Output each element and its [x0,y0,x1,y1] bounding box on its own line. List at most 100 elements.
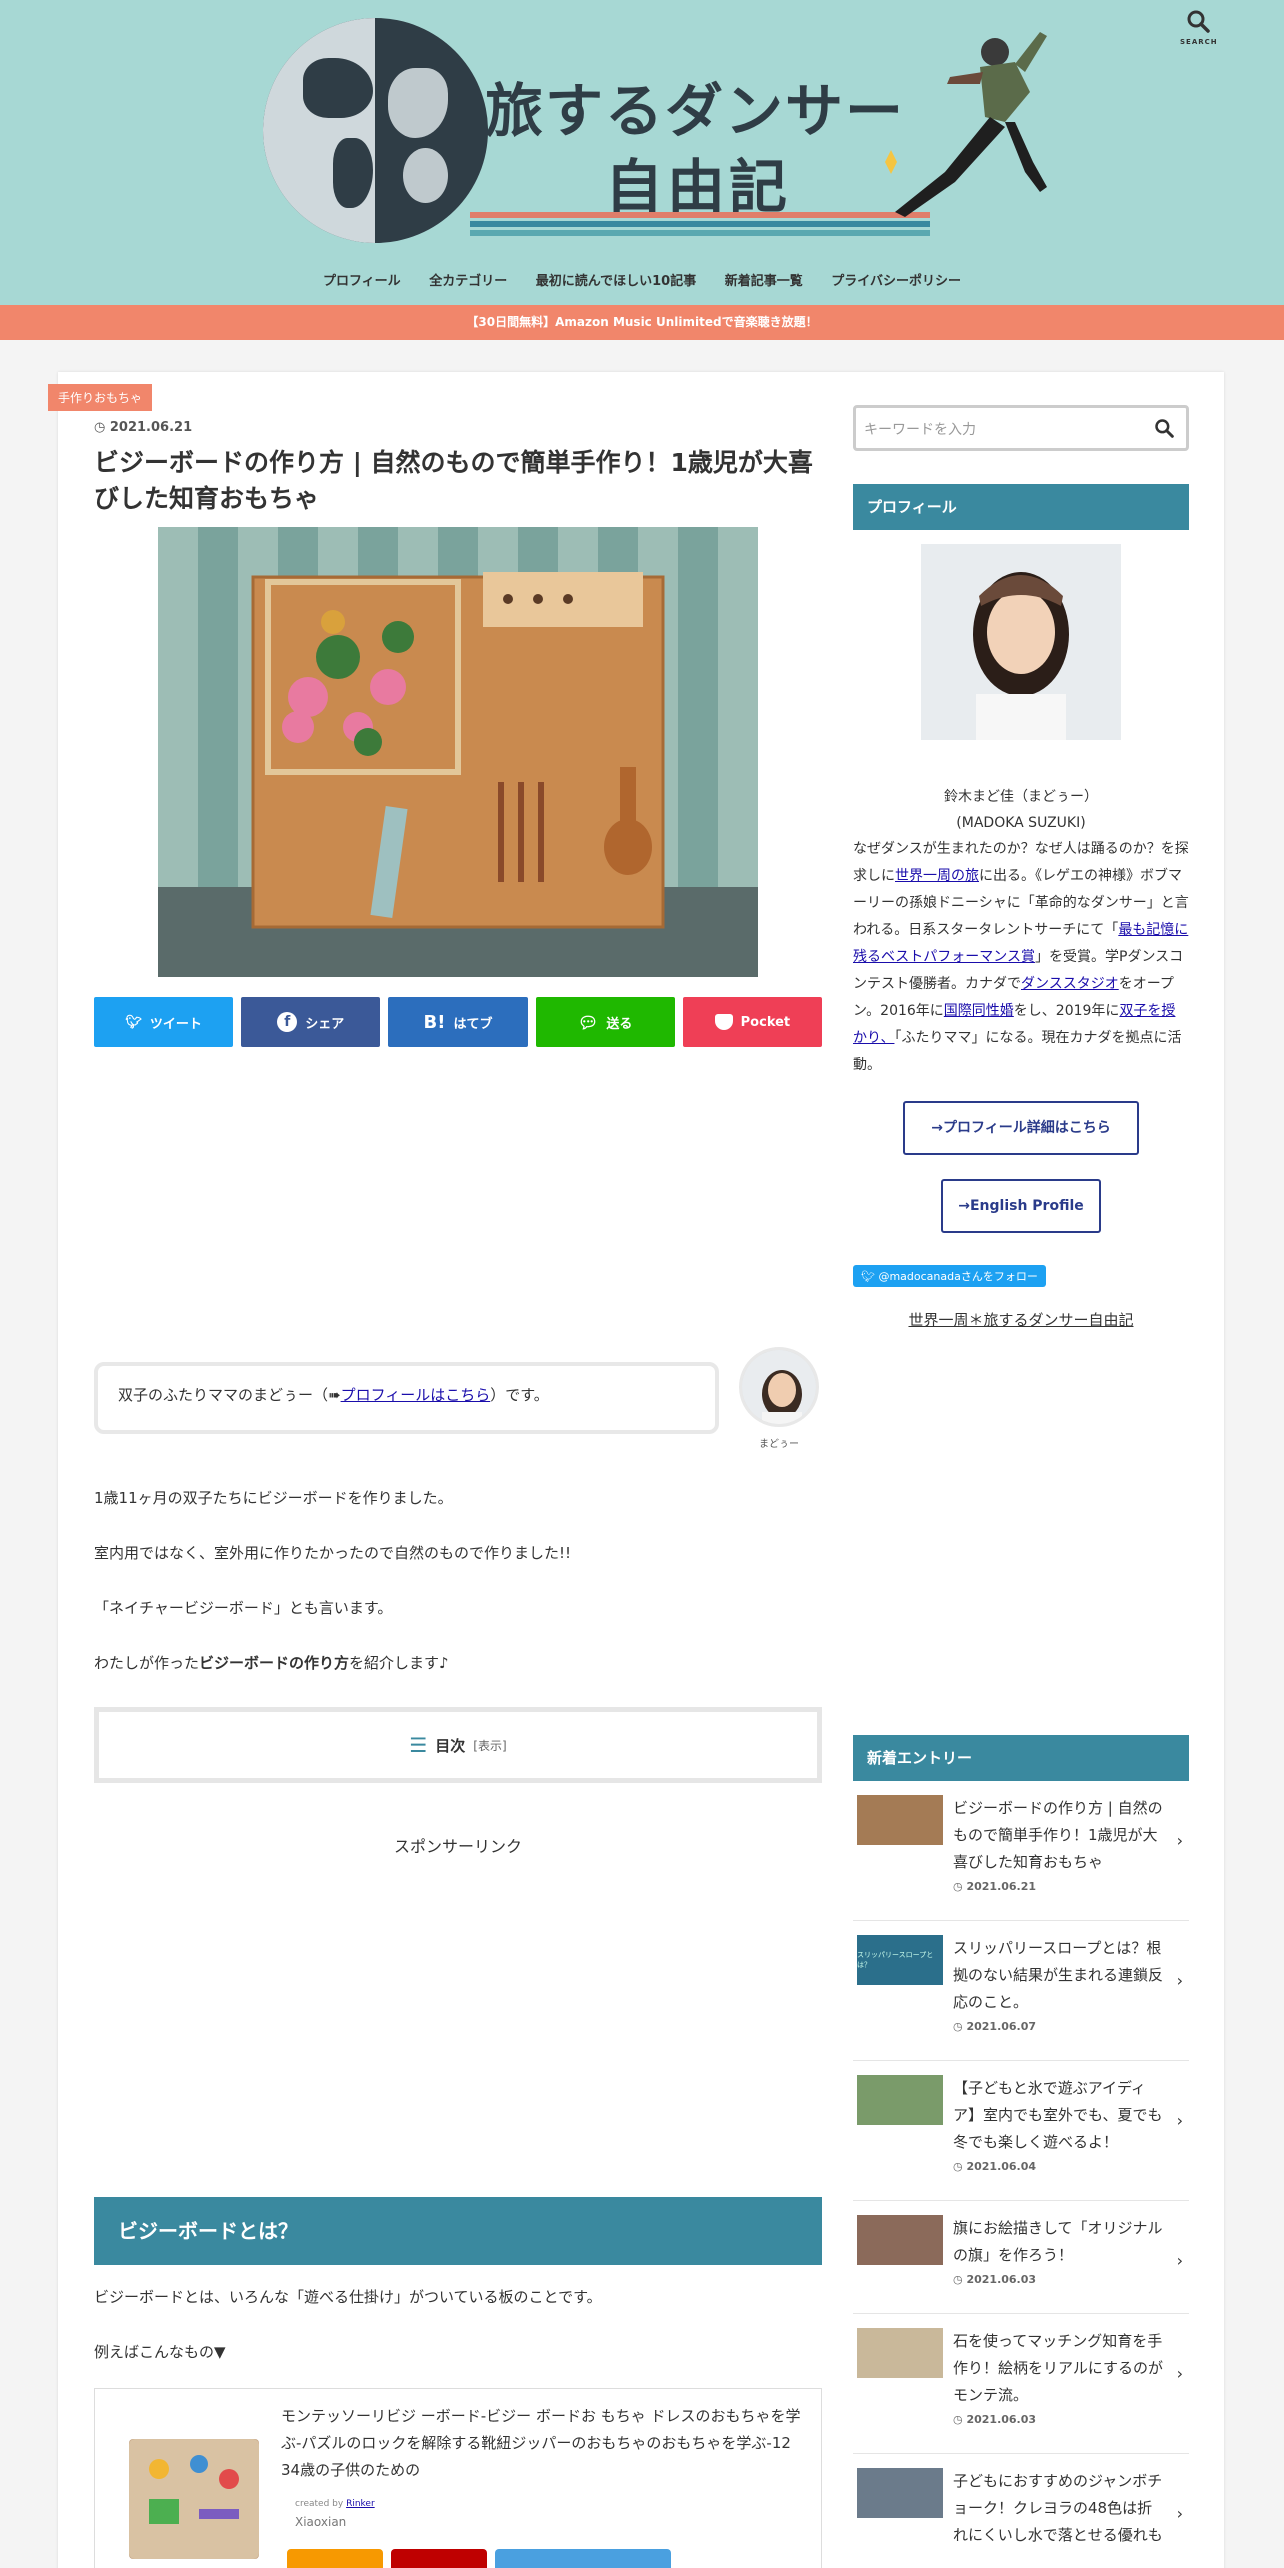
paragraph: 「ネイチャービジーボード」とも言います。 [94,1599,393,1617]
rinker-link[interactable]: Rinker [346,2499,375,2509]
nav-item-top10[interactable]: 最初に読んでほしい10記事 [536,270,696,289]
dance-studio-link[interactable]: ダンススタジオ [1021,976,1119,992]
entry-title: ビジーボードの作り方 | 自然のもので簡単手作り！1歳児が大喜びした知育おもちゃ [953,1799,1163,1871]
list-item[interactable]: ビジーボードの作り方 | 自然のもので簡単手作り！1歳児が大喜びした知育おもちゃ… [853,1781,1189,1921]
nav-item-categories[interactable]: 全カテゴリー [429,270,507,289]
product-title[interactable]: モンテッソーリビジ ーボード-ビジー ボードお もちゃ ドレスのおもちゃを学ぶ-… [281,2403,811,2484]
table-of-contents[interactable]: ☰ 目次 [表示] [94,1707,822,1783]
clock-icon: ◷ [953,2020,963,2033]
site-logo[interactable]: 旅するダンサー 自由記 [255,12,1047,252]
entry-title: スリッパリースロープとは？根拠のない結果が生まれる連鎖反応のこと。 [953,1939,1164,2011]
site-header: 旅するダンサー 自由記 SEARCH プロフィール 全カテゴリー 最初に読んでほ… [0,0,1284,305]
profile-detail-button[interactable]: →プロフィール詳細はこちら [903,1101,1139,1155]
twitter-icon: 🐦︎ [125,1014,142,1030]
twitter-follow-button[interactable]: 🐦︎ @madocanadaさんをフォロー [853,1265,1046,1287]
hatena-icon: B! [423,1011,446,1033]
speech-balloon: 双子のふたりママのまどぅー（➠プロフィールはこちら）です。 まどぅー [94,1347,822,1457]
entry-thumbnail [857,2215,943,2265]
entry-date: ◷ 2021.06.03 [953,2273,1037,2286]
facebook-share-button[interactable]: f シェア [241,997,381,1047]
entry-thumbnail [857,2468,943,2518]
marriage-link[interactable]: 国際同性婚 [944,1003,1014,1019]
globe-illustration [263,18,488,243]
product-credit: created by Rinker [295,2499,375,2509]
article-title: ビジーボードの作り方 | 自然のもので簡単手作り！1歳児が大喜びした知育おもちゃ [94,448,813,513]
chevron-right-icon: › [1176,2111,1183,2130]
category-label[interactable]: 手作りおもちゃ [48,384,153,411]
paragraph: ビジーボードとは、いろんな「遊べる仕掛け」がついている板のことです。 [94,2288,602,2306]
line-button[interactable]: 💬︎ 送る [535,997,675,1047]
entry-title: 旗にお絵描きして「オリジナルの旗」を作ろう！ [953,2219,1163,2264]
paragraph: 1歳11ヶ月の双子たちにビジーボードを作りました。 [94,1489,453,1507]
search-input[interactable]: キーワードを入力 [864,422,976,438]
world-trip-link[interactable]: 世界一周の旅 [895,868,979,884]
new-entries-heading: 新着エントリー [853,1735,1189,1781]
toc-toggle[interactable]: [表示] [473,1737,506,1754]
eyecatch-image [158,527,758,977]
entry-thumbnail [857,2075,943,2125]
clock-icon: ◷ [94,420,106,435]
sponsor-label: スポンサーリンク [393,1837,522,1856]
blog-link[interactable]: 世界一周＊旅するダンサー自由記 [853,1309,1189,1330]
hatena-button[interactable]: B! はてブ [388,997,528,1047]
site-title-line1: 旅するダンサー [485,77,906,145]
yahoo-button[interactable] [495,2549,671,2568]
product-shop-buttons [287,2549,671,2568]
entry-thumbnail [857,1795,943,1845]
notice-bar[interactable]: 【30日間無料】Amazon Music Unlimitedで音楽聴き放題！ [0,305,1284,340]
profile-heading: プロフィール [853,484,1189,530]
clock-icon: ◷ [953,2413,963,2426]
entry-date: ◷ 2021.06.21 [953,1880,1037,1893]
pocket-icon [714,1014,733,1030]
balloon-text: 双子のふたりママのまどぅー（➠プロフィールはこちら）です。 [94,1362,719,1434]
product-image[interactable] [129,2439,259,2559]
pocket-button[interactable]: Pocket [682,997,823,1047]
list-item[interactable]: 【子どもと氷で遊ぶアイディア】室内でも室外でも、夏でも冬でも楽しく遊べるよ！ ◷… [853,2061,1189,2201]
nav-item-new-posts[interactable]: 新着記事一覧 [725,270,803,289]
list-item[interactable]: 子どもにおすすめのジャンボチョーク！クレヨラの48色は折れにくいし水で落とせる優… [853,2454,1189,2568]
chevron-right-icon: › [1176,2504,1183,2523]
clock-icon: ◷ [953,2160,963,2173]
paragraph: 例えばこんなもの▼ [94,2343,226,2361]
profile-photo [921,544,1121,740]
list-icon: ☰ [409,1733,428,1757]
profile-text: なぜダンスが生まれたのか？なぜ人は踊るのか？を探求しに世界一周の旅に出る。《レゲ… [853,841,1189,1073]
share-buttons: 🐦︎ ツイート f シェア B! はてブ 💬︎ 送る Pocket [94,997,823,1047]
clock-icon: ◷ [953,1880,963,1893]
paragraph: わたしが作ったビジーボードの作り方を紹介します♪ [94,1654,449,1672]
profile-link[interactable]: プロフィールはこちら [341,1386,491,1404]
product-card: モンテッソーリビジ ーボード-ビジー ボードお もちゃ ドレスのおもちゃを学ぶ-… [94,2388,822,2568]
ad-space [94,1047,822,1347]
avatar [739,1347,819,1427]
profile-name: 鈴木まど佳（まどぅー） (MADOKA SUZUKI) [944,789,1098,831]
global-nav: プロフィール 全カテゴリー 最初に読んでほしい10記事 新着記事一覧 プライバシ… [0,270,1284,289]
entry-title: 子どもにおすすめのジャンボチョーク！クレヨラの48色は折れにくいし水で落とせる優… [953,2472,1163,2544]
search-icon[interactable] [1154,418,1174,438]
search-icon [1187,10,1210,33]
product-brand: Xiaoxian [295,2515,347,2529]
english-profile-button[interactable]: →English Profile [941,1179,1101,1233]
section-heading: ビジーボードとは？ [94,2197,822,2265]
rakuten-button[interactable] [391,2549,487,2568]
tweet-button[interactable]: 🐦︎ ツイート [94,997,234,1047]
dancer-illustration [885,32,1047,217]
search-label: SEARCH [1180,38,1218,46]
nav-item-privacy[interactable]: プライバシーポリシー [831,270,961,289]
nav-item-profile[interactable]: プロフィール [323,270,401,289]
paragraph: 室内用ではなく、室外用に作りたかったので自然のもので作りました!! [94,1544,572,1562]
entry-date: ◷ 2021.06.03 [953,2413,1037,2426]
sidebar-search[interactable]: キーワードを入力 [853,405,1189,451]
entry-date: ◷ 2021.06.04 [953,2160,1037,2173]
chevron-right-icon: › [1176,2364,1183,2383]
post-date: ◷ 2021.06.21 [94,420,193,435]
balloon-name: まどぅー [759,1439,799,1450]
list-item[interactable]: 石を使ってマッチング知育を手作り！絵柄をリアルにするのがモンテ流。 ◷ 2021… [853,2314,1189,2454]
list-item[interactable]: スリッパリースロープとは？ スリッパリースロープとは？根拠のない結果が生まれる連… [853,1921,1189,2061]
search-button[interactable]: SEARCH [1180,8,1218,56]
toc-label: 目次 [435,1736,466,1755]
clock-icon: ◷ [953,2273,963,2286]
article: ◷ 2021.06.21 ビジーボードの作り方 | 自然のもので簡単手作り！1歳… [94,420,823,2568]
amazon-button[interactable] [287,2549,383,2568]
list-item[interactable]: 旗にお絵描きして「オリジナルの旗」を作ろう！ ◷ 2021.06.03 › [853,2201,1189,2314]
sidebar: キーワードを入力 プロフィール 鈴木まど佳（まどぅー） (MADOKA SUZU… [853,405,1189,2568]
